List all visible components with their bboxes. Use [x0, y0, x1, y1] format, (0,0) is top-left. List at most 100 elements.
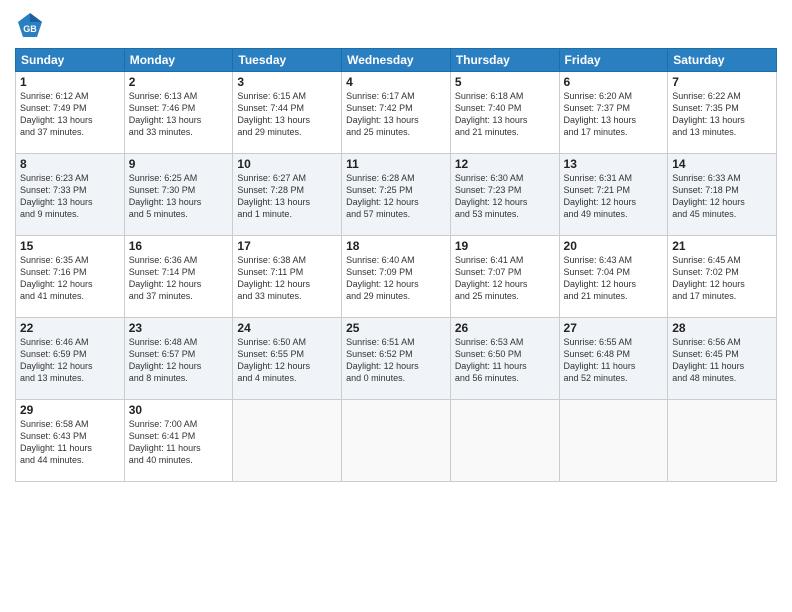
day-number: 22 — [20, 321, 120, 335]
cell-info: Sunrise: 6:12 AMSunset: 7:49 PMDaylight:… — [20, 90, 120, 139]
calendar-cell: 23Sunrise: 6:48 AMSunset: 6:57 PMDayligh… — [124, 318, 233, 400]
day-number: 19 — [455, 239, 555, 253]
calendar-cell: 5Sunrise: 6:18 AMSunset: 7:40 PMDaylight… — [450, 72, 559, 154]
logo: GB — [15, 10, 49, 40]
page-header: GB — [15, 10, 777, 40]
week-row-1: 1Sunrise: 6:12 AMSunset: 7:49 PMDaylight… — [16, 72, 777, 154]
cell-info: Sunrise: 6:46 AMSunset: 6:59 PMDaylight:… — [20, 336, 120, 385]
cell-info: Sunrise: 6:18 AMSunset: 7:40 PMDaylight:… — [455, 90, 555, 139]
day-number: 2 — [129, 75, 229, 89]
day-number: 13 — [564, 157, 664, 171]
cell-info: Sunrise: 6:38 AMSunset: 7:11 PMDaylight:… — [237, 254, 337, 303]
day-number: 20 — [564, 239, 664, 253]
calendar-body: 1Sunrise: 6:12 AMSunset: 7:49 PMDaylight… — [16, 72, 777, 482]
col-header-friday: Friday — [559, 49, 668, 72]
day-number: 26 — [455, 321, 555, 335]
day-number: 24 — [237, 321, 337, 335]
calendar-cell — [342, 400, 451, 482]
col-header-saturday: Saturday — [668, 49, 777, 72]
col-header-thursday: Thursday — [450, 49, 559, 72]
day-number: 7 — [672, 75, 772, 89]
calendar-cell: 1Sunrise: 6:12 AMSunset: 7:49 PMDaylight… — [16, 72, 125, 154]
cell-info: Sunrise: 6:53 AMSunset: 6:50 PMDaylight:… — [455, 336, 555, 385]
calendar-cell: 4Sunrise: 6:17 AMSunset: 7:42 PMDaylight… — [342, 72, 451, 154]
cell-info: Sunrise: 6:13 AMSunset: 7:46 PMDaylight:… — [129, 90, 229, 139]
calendar-header: SundayMondayTuesdayWednesdayThursdayFrid… — [16, 49, 777, 72]
day-number: 28 — [672, 321, 772, 335]
week-row-4: 22Sunrise: 6:46 AMSunset: 6:59 PMDayligh… — [16, 318, 777, 400]
cell-info: Sunrise: 6:25 AMSunset: 7:30 PMDaylight:… — [129, 172, 229, 221]
calendar-cell: 27Sunrise: 6:55 AMSunset: 6:48 PMDayligh… — [559, 318, 668, 400]
cell-info: Sunrise: 7:00 AMSunset: 6:41 PMDaylight:… — [129, 418, 229, 467]
day-number: 10 — [237, 157, 337, 171]
calendar-cell: 3Sunrise: 6:15 AMSunset: 7:44 PMDaylight… — [233, 72, 342, 154]
cell-info: Sunrise: 6:36 AMSunset: 7:14 PMDaylight:… — [129, 254, 229, 303]
calendar-cell: 14Sunrise: 6:33 AMSunset: 7:18 PMDayligh… — [668, 154, 777, 236]
day-number: 30 — [129, 403, 229, 417]
cell-info: Sunrise: 6:48 AMSunset: 6:57 PMDaylight:… — [129, 336, 229, 385]
calendar-cell: 9Sunrise: 6:25 AMSunset: 7:30 PMDaylight… — [124, 154, 233, 236]
col-header-monday: Monday — [124, 49, 233, 72]
day-number: 21 — [672, 239, 772, 253]
calendar-cell: 17Sunrise: 6:38 AMSunset: 7:11 PMDayligh… — [233, 236, 342, 318]
calendar-cell: 28Sunrise: 6:56 AMSunset: 6:45 PMDayligh… — [668, 318, 777, 400]
calendar-cell: 10Sunrise: 6:27 AMSunset: 7:28 PMDayligh… — [233, 154, 342, 236]
calendar-cell: 24Sunrise: 6:50 AMSunset: 6:55 PMDayligh… — [233, 318, 342, 400]
cell-info: Sunrise: 6:20 AMSunset: 7:37 PMDaylight:… — [564, 90, 664, 139]
calendar-cell: 13Sunrise: 6:31 AMSunset: 7:21 PMDayligh… — [559, 154, 668, 236]
calendar-cell: 22Sunrise: 6:46 AMSunset: 6:59 PMDayligh… — [16, 318, 125, 400]
cell-info: Sunrise: 6:45 AMSunset: 7:02 PMDaylight:… — [672, 254, 772, 303]
cell-info: Sunrise: 6:31 AMSunset: 7:21 PMDaylight:… — [564, 172, 664, 221]
week-row-3: 15Sunrise: 6:35 AMSunset: 7:16 PMDayligh… — [16, 236, 777, 318]
cell-info: Sunrise: 6:41 AMSunset: 7:07 PMDaylight:… — [455, 254, 555, 303]
week-row-2: 8Sunrise: 6:23 AMSunset: 7:33 PMDaylight… — [16, 154, 777, 236]
calendar-cell — [233, 400, 342, 482]
calendar-cell: 18Sunrise: 6:40 AMSunset: 7:09 PMDayligh… — [342, 236, 451, 318]
calendar-cell: 7Sunrise: 6:22 AMSunset: 7:35 PMDaylight… — [668, 72, 777, 154]
day-number: 27 — [564, 321, 664, 335]
day-number: 9 — [129, 157, 229, 171]
cell-info: Sunrise: 6:35 AMSunset: 7:16 PMDaylight:… — [20, 254, 120, 303]
calendar-cell: 11Sunrise: 6:28 AMSunset: 7:25 PMDayligh… — [342, 154, 451, 236]
cell-info: Sunrise: 6:50 AMSunset: 6:55 PMDaylight:… — [237, 336, 337, 385]
col-header-wednesday: Wednesday — [342, 49, 451, 72]
svg-text:GB: GB — [23, 24, 37, 34]
cell-info: Sunrise: 6:15 AMSunset: 7:44 PMDaylight:… — [237, 90, 337, 139]
day-number: 18 — [346, 239, 446, 253]
cell-info: Sunrise: 6:23 AMSunset: 7:33 PMDaylight:… — [20, 172, 120, 221]
calendar-cell: 6Sunrise: 6:20 AMSunset: 7:37 PMDaylight… — [559, 72, 668, 154]
calendar-cell: 29Sunrise: 6:58 AMSunset: 6:43 PMDayligh… — [16, 400, 125, 482]
day-number: 5 — [455, 75, 555, 89]
calendar-table: SundayMondayTuesdayWednesdayThursdayFrid… — [15, 48, 777, 482]
day-number: 8 — [20, 157, 120, 171]
calendar-cell — [559, 400, 668, 482]
day-number: 15 — [20, 239, 120, 253]
cell-info: Sunrise: 6:22 AMSunset: 7:35 PMDaylight:… — [672, 90, 772, 139]
day-number: 23 — [129, 321, 229, 335]
day-number: 4 — [346, 75, 446, 89]
calendar-cell: 20Sunrise: 6:43 AMSunset: 7:04 PMDayligh… — [559, 236, 668, 318]
day-number: 29 — [20, 403, 120, 417]
cell-info: Sunrise: 6:17 AMSunset: 7:42 PMDaylight:… — [346, 90, 446, 139]
day-number: 6 — [564, 75, 664, 89]
day-number: 25 — [346, 321, 446, 335]
day-number: 11 — [346, 157, 446, 171]
calendar-cell — [668, 400, 777, 482]
calendar-cell: 30Sunrise: 7:00 AMSunset: 6:41 PMDayligh… — [124, 400, 233, 482]
cell-info: Sunrise: 6:27 AMSunset: 7:28 PMDaylight:… — [237, 172, 337, 221]
day-number: 17 — [237, 239, 337, 253]
calendar-cell: 2Sunrise: 6:13 AMSunset: 7:46 PMDaylight… — [124, 72, 233, 154]
calendar-cell: 16Sunrise: 6:36 AMSunset: 7:14 PMDayligh… — [124, 236, 233, 318]
calendar-cell: 19Sunrise: 6:41 AMSunset: 7:07 PMDayligh… — [450, 236, 559, 318]
calendar-cell: 25Sunrise: 6:51 AMSunset: 6:52 PMDayligh… — [342, 318, 451, 400]
logo-icon: GB — [15, 10, 45, 40]
cell-info: Sunrise: 6:40 AMSunset: 7:09 PMDaylight:… — [346, 254, 446, 303]
calendar-cell: 12Sunrise: 6:30 AMSunset: 7:23 PMDayligh… — [450, 154, 559, 236]
calendar-page: GB SundayMondayTuesdayWednesdayThursdayF… — [0, 0, 792, 612]
day-number: 14 — [672, 157, 772, 171]
col-header-tuesday: Tuesday — [233, 49, 342, 72]
day-number: 16 — [129, 239, 229, 253]
calendar-cell: 8Sunrise: 6:23 AMSunset: 7:33 PMDaylight… — [16, 154, 125, 236]
header-row: SundayMondayTuesdayWednesdayThursdayFrid… — [16, 49, 777, 72]
cell-info: Sunrise: 6:43 AMSunset: 7:04 PMDaylight:… — [564, 254, 664, 303]
